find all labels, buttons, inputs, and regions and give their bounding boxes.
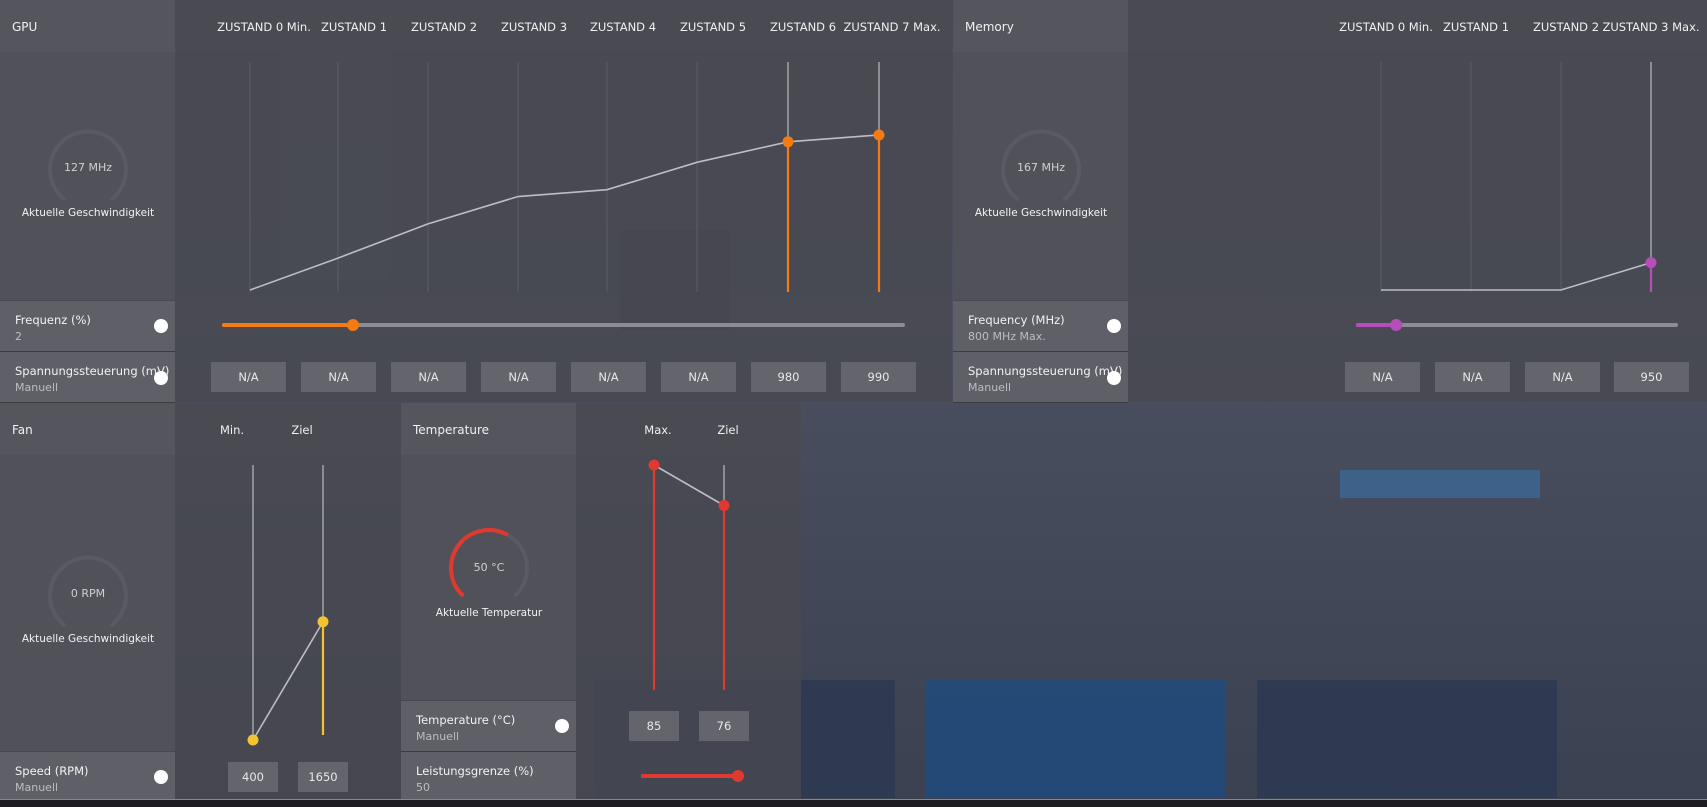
gpu-gauge-value: 127 MHz (63, 161, 113, 174)
temperature-row: Temperature (°C) Manuell (401, 701, 576, 752)
gpu-frequency-row: Frequenz (%) 2 (0, 301, 175, 352)
fan-column-label: Ziel (291, 423, 313, 437)
temperature-target-point (718, 500, 730, 511)
memory-gauge-value: 167 MHz (1016, 161, 1066, 174)
temperature-curve-line (653, 464, 725, 507)
fan-title: Fan (12, 423, 33, 437)
memory-voltage-toggle[interactable] (1107, 371, 1121, 385)
temperature-toggle[interactable] (555, 719, 569, 733)
fan-gauge-value: 0 RPM (70, 587, 106, 600)
memory-voltage-input[interactable]: N/A (1345, 362, 1420, 392)
gpu-voltage-input[interactable]: N/A (661, 362, 736, 392)
temperature-title: Temperature (413, 423, 490, 437)
gpu-frequency-value: 2 (15, 330, 22, 343)
memory-curve-line (1381, 261, 1652, 291)
fan-speed-toggle[interactable] (154, 770, 168, 784)
gpu-frequency-label: Frequenz (%) (15, 313, 91, 327)
fan-column-header: Min. Ziel (175, 403, 401, 455)
gpu-frequency-slider[interactable] (175, 301, 952, 351)
gpu-voltage-row: Spannungssteuerung (mV) Manuell (0, 352, 175, 403)
gpu-voltage-input[interactable]: N/A (211, 362, 286, 392)
power-limit-label: Leistungsgrenze (%) (416, 764, 534, 778)
gpu-header: GPU (0, 0, 175, 52)
memory-state-label: ZUSTAND 3 Max. (1602, 20, 1700, 34)
temperature-input[interactable]: 85 (629, 711, 679, 741)
memory-gauge-caption: Aktuelle Geschwindigkeit (974, 207, 1108, 219)
fan-speed-input[interactable]: 400 (228, 762, 278, 792)
memory-voltage-input[interactable]: N/A (1435, 362, 1510, 392)
gpu-voltage-label: Spannungssteuerung (mV) (15, 364, 170, 378)
temperature-column-header: Max. Ziel (576, 403, 801, 455)
fan-speed-label: Speed (RPM) (15, 764, 89, 778)
memory-frequency-toggle[interactable] (1107, 319, 1121, 333)
gpu-voltage-input[interactable]: 980 (751, 362, 826, 392)
temperature-column-label: Max. (644, 423, 672, 437)
gpu-state-curve[interactable] (175, 52, 952, 300)
memory-state-curve[interactable] (1128, 52, 1707, 300)
memory-frequency-value: 800 MHz Max. (968, 330, 1046, 343)
fan-speed-mode: Manuell (15, 781, 59, 794)
gpu-state-label: ZUSTAND 7 Max. (843, 20, 941, 34)
gpu-voltage-input[interactable]: 990 (841, 362, 916, 392)
power-limit-value: 50 (416, 781, 430, 794)
temperature-gauge-caption: Aktuelle Temperatur (435, 607, 543, 619)
fan-speed-input[interactable]: 1650 (298, 762, 348, 792)
fan-speed-row: Speed (RPM) Manuell (0, 752, 175, 799)
memory-title: Memory (965, 20, 1014, 34)
power-limit-row: Leistungsgrenze (%) 50 (401, 752, 576, 799)
background-thumbnail (925, 680, 1225, 798)
gpu-curve-line (249, 134, 880, 291)
gpu-state-point (782, 136, 794, 148)
temperature-header: Temperature (401, 403, 576, 455)
temperature-max-point (648, 459, 660, 471)
fan-gauge-caption: Aktuelle Geschwindigkeit (21, 633, 155, 645)
temperature-gauge-value: 50 °C (473, 561, 505, 574)
gpu-voltage-input[interactable]: N/A (481, 362, 556, 392)
gpu-voltage-mode: Manuell (15, 381, 59, 394)
temperature-mode: Manuell (416, 730, 460, 743)
gpu-voltage-input[interactable]: N/A (391, 362, 466, 392)
gpu-state-point (873, 129, 885, 141)
memory-header: Memory (953, 0, 1128, 52)
gpu-frequency-toggle[interactable] (154, 319, 168, 333)
gpu-title: GPU (12, 20, 38, 34)
memory-frequency-row: Frequency (MHz) 800 MHz Max. (953, 301, 1128, 352)
temperature-curve[interactable] (576, 455, 801, 700)
fan-curve[interactable] (175, 455, 401, 751)
memory-voltage-row: Spannungssteuerung (mV) Manuell (953, 352, 1128, 403)
memory-state-point (1645, 257, 1657, 269)
gpu-frequency-slider-thumb (347, 319, 360, 331)
fan-curve-line (252, 621, 324, 741)
fan-min-point (247, 734, 259, 746)
gpu-state-header: ZUSTAND 0 Min. ZUSTAND 1 ZUSTAND 2 ZUSTA… (175, 0, 952, 52)
memory-voltage-input[interactable]: 950 (1614, 362, 1689, 392)
power-limit-slider[interactable] (576, 752, 801, 799)
temperature-input[interactable]: 76 (699, 711, 749, 741)
gpu-voltage-toggle[interactable] (154, 371, 168, 385)
gpu-voltage-input[interactable]: N/A (301, 362, 376, 392)
fan-column-label: Min. (219, 423, 245, 437)
temperature-column-label: Ziel (717, 423, 739, 437)
temperature-label: Temperature (°C) (416, 713, 516, 727)
power-limit-slider-thumb (732, 770, 744, 782)
memory-voltage-input[interactable]: N/A (1525, 362, 1600, 392)
gpu-gauge-caption: Aktuelle Geschwindigkeit (21, 207, 155, 219)
memory-voltage-label: Spannungssteuerung (mV) (968, 364, 1123, 378)
fan-header: Fan (0, 403, 175, 455)
memory-frequency-slider[interactable] (1128, 301, 1707, 351)
background-thumbnail (1257, 680, 1557, 798)
memory-state-header: ZUSTAND 0 Min. ZUSTAND 1 ZUSTAND 2 ZUSTA… (1128, 0, 1707, 52)
memory-frequency-label: Frequency (MHz) (968, 313, 1065, 327)
background-button (1340, 470, 1540, 498)
gpu-voltage-input[interactable]: N/A (571, 362, 646, 392)
memory-frequency-slider-thumb (1390, 319, 1403, 331)
fan-target-point (317, 616, 329, 628)
memory-voltage-mode: Manuell (968, 381, 1012, 394)
